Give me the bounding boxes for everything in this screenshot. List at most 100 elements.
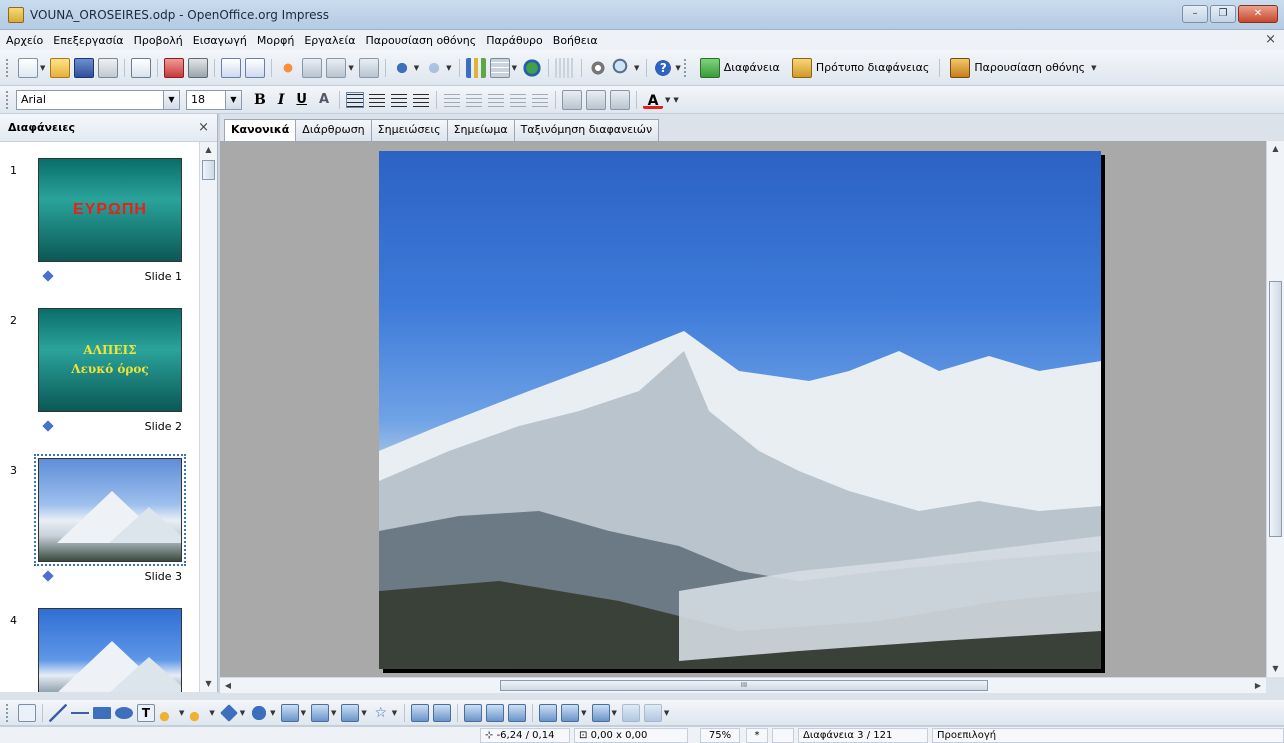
tab-outline[interactable]: Διάρθρωση [295,119,372,141]
close-pane-icon[interactable]: × [198,120,209,135]
cut-icon[interactable] [278,57,299,78]
underline-button[interactable]: U [296,92,307,107]
glue-points-icon[interactable] [433,703,452,722]
print-icon[interactable] [188,57,209,78]
undo-dropdown-icon[interactable]: ▼ [414,64,419,72]
hyperlink-icon[interactable] [521,57,542,78]
scroll-up-icon[interactable]: ▲ [200,142,217,158]
scroll-left-icon[interactable]: ◀ [220,678,236,693]
callouts-icon[interactable] [341,703,360,722]
align-right-icon[interactable] [391,92,408,107]
scroll-down-icon[interactable]: ▼ [200,676,217,692]
menu-window[interactable]: Παράθυρο [486,34,543,47]
flowchart-dropdown-icon[interactable]: ▼ [331,709,336,717]
table-icon[interactable] [489,57,510,78]
block-arrows-icon[interactable] [280,703,299,722]
slide-template-button[interactable]: Πρότυπο διαφάνειας [791,57,929,78]
slides-pane-scrollbar[interactable]: ▲ ▼ [199,142,217,692]
font-name-combo[interactable]: Arial ▼ [16,89,180,110]
redo-dropdown-icon[interactable]: ▼ [446,64,451,72]
edit-file-icon[interactable] [131,57,152,78]
align-left-icon[interactable] [346,91,365,108]
interaction-icon[interactable] [643,703,662,722]
new-slide-button[interactable]: Διαφάνεια [699,57,780,78]
slide-thumbnail-selected[interactable] [34,454,186,566]
undo-icon[interactable] [391,57,412,78]
copy-icon[interactable] [302,57,323,78]
export-pdf-icon[interactable] [164,57,185,78]
ellipse-icon[interactable] [115,706,133,719]
italic-button[interactable]: I [278,92,285,108]
move-up-icon[interactable] [510,92,527,107]
new-document-icon[interactable] [18,57,38,78]
navigator-icon[interactable] [587,57,608,78]
spellcheck-icon[interactable] [221,57,242,78]
autospellcheck-icon[interactable] [245,57,266,78]
redo-icon[interactable] [424,57,445,78]
horizontal-scrollbar[interactable]: ◀ III ▶ [220,677,1266,693]
tab-slide-sorter[interactable]: Ταξινόμηση διαφανειών [513,119,660,141]
toolbar-grip[interactable] [6,90,10,109]
chevron-down-icon[interactable]: ▼ [163,90,179,109]
menu-view[interactable]: Προβολή [134,34,183,47]
paste-dropdown-icon[interactable]: ▼ [348,64,353,72]
scroll-up-icon[interactable]: ▲ [1267,141,1284,157]
maximize-button[interactable]: ❐ [1210,5,1236,23]
slide-thumbnail[interactable]: ΕΥΡΩΠΗ [38,158,182,262]
bold-button[interactable]: B [254,92,266,108]
symbol-shapes-icon[interactable] [250,703,269,722]
current-slide[interactable] [379,151,1101,669]
character-icon[interactable] [562,89,583,110]
align-objects-dropdown-icon[interactable]: ▼ [612,709,617,717]
demote-icon[interactable] [488,92,505,107]
tab-notes[interactable]: Σημειώσεις [370,119,448,141]
curve-dropdown-icon[interactable]: ▼ [179,709,184,717]
toolbar-grip[interactable] [6,58,10,77]
menu-insert[interactable]: Εισαγωγή [193,34,247,47]
font-color-dropdown-icon[interactable]: ▼ [665,96,670,104]
slideshow-button[interactable]: Παρουσίαση οθόνης [950,57,1085,78]
minimize-button[interactable]: – [1182,5,1208,23]
status-zoom[interactable]: 75% [700,728,740,743]
paste-icon[interactable] [326,57,347,78]
connector-icon[interactable] [189,703,208,722]
gallery-icon[interactable] [508,703,527,722]
connector-dropdown-icon[interactable]: ▼ [209,709,214,717]
menu-slideshow[interactable]: Παρουσίαση οθόνης [365,34,476,47]
slide-canvas[interactable] [220,141,1266,677]
grid-icon[interactable] [554,57,575,78]
chart-icon[interactable] [465,57,486,78]
menu-file[interactable]: Αρχείο [6,34,43,47]
toolbar-options-icon[interactable]: ▼ [673,96,678,104]
vertical-scrollbar[interactable]: ▲ ▼ [1266,141,1284,677]
extrusion-icon[interactable] [539,703,558,722]
save-icon[interactable] [74,57,95,78]
stars-dropdown-icon[interactable]: ▼ [392,709,397,717]
slide-entry-3[interactable]: 3 Slide 3 [0,454,198,583]
arrow-line-icon[interactable] [71,703,89,722]
tab-handout[interactable]: Σημείωμα [446,119,515,141]
table-dropdown-icon[interactable]: ▼ [512,64,517,72]
shadow-button[interactable]: A [319,92,329,107]
email-icon[interactable] [98,57,119,78]
clone-format-icon[interactable] [358,57,379,78]
menu-edit[interactable]: Επεξεργασία [53,34,123,47]
help-icon[interactable]: ? [653,57,674,78]
basic-shapes-icon[interactable] [219,703,238,722]
scroll-down-icon[interactable]: ▼ [1267,661,1284,677]
menu-format[interactable]: Μορφή [257,34,294,47]
bullets-numbering-icon[interactable] [610,89,631,110]
slide-entry-4[interactable]: 4 [0,606,198,692]
effects-dropdown-icon[interactable]: ▼ [581,709,586,717]
close-document-icon[interactable]: × [1265,32,1276,47]
fontwork-icon[interactable] [464,703,483,722]
select-pointer-icon[interactable] [18,703,36,722]
flowchart-icon[interactable] [310,703,329,722]
align-objects-icon[interactable] [591,703,610,722]
toolbar-options-icon[interactable]: ▼ [664,709,669,717]
stars-icon[interactable]: ☆ [372,704,390,722]
callouts-dropdown-icon[interactable]: ▼ [361,709,366,717]
points-icon[interactable] [411,703,430,722]
arrange-icon[interactable] [621,703,640,722]
chevron-down-icon[interactable]: ▼ [225,90,241,109]
